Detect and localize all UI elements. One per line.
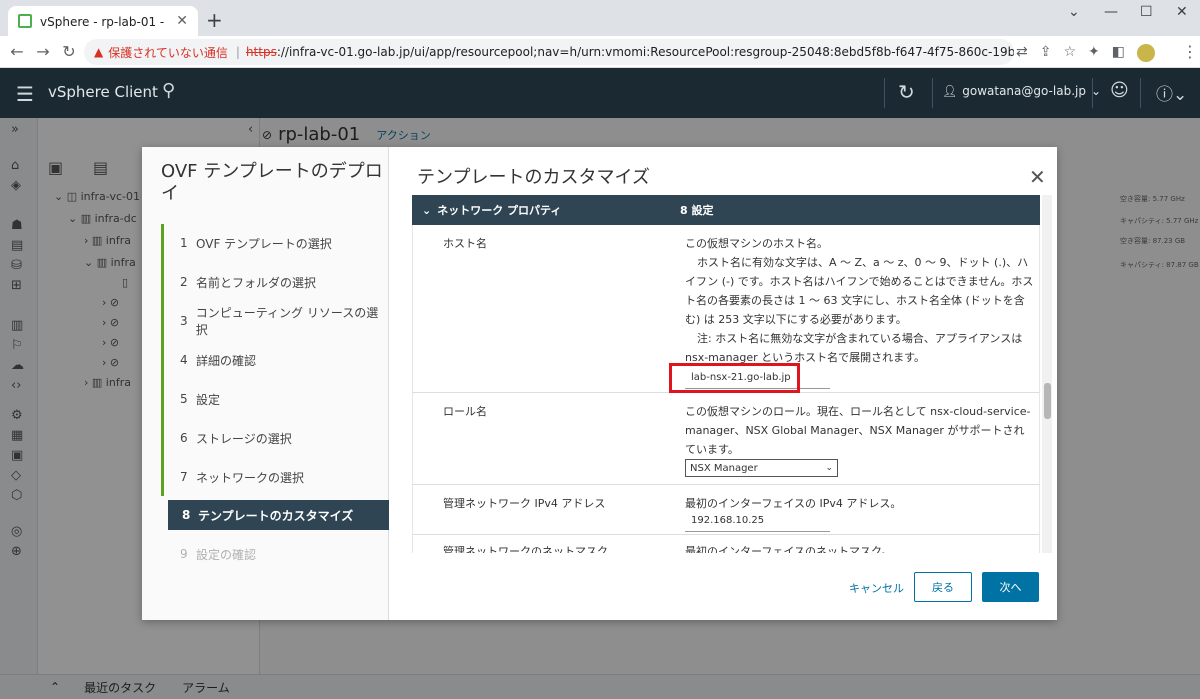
back-button[interactable]: 戻る — [914, 572, 972, 602]
browser-tab[interactable]: vSphere - rp-lab-01 - サマリ ✕ — [8, 6, 198, 36]
mgmt-netmask-row: 管理ネットワークのネットマスク 最初のインターフェイスのネットマスク。 — [412, 535, 1040, 553]
step-select-ovf[interactable]: 1 OVF テンプレートの選択 — [166, 228, 387, 258]
step-name-folder[interactable]: 2 名前とフォルダの選択 — [166, 267, 387, 297]
header-divider — [884, 78, 885, 108]
maximize-icon[interactable]: ☐ — [1140, 4, 1153, 20]
wizard-steps-panel: OVF テンプレートのデプロイ 1 OVF テンプレートの選択 2 名前とフォルダの… — [142, 147, 389, 620]
properties-scrollbar[interactable] — [1042, 195, 1052, 553]
step-compute-resource[interactable]: 3 コンピューティング リソースの選択 — [166, 306, 387, 337]
url-scheme: https — [245, 45, 277, 59]
profile-avatar[interactable] — [1137, 44, 1155, 62]
mgmt-netmask-label: 管理ネットワークのネットマスク — [443, 545, 608, 553]
wizard-content: テンプレートのカスタマイズ ✕ ⌄ ネットワーク プロパティ 8 設定 ホスト名… — [389, 147, 1057, 620]
next-button[interactable]: 次へ — [982, 572, 1039, 602]
mgmt-netmask-description: 最初のインターフェイスのネットマスク。 — [685, 545, 893, 553]
step-customize-template[interactable]: 8 テンプレートのカスタマイズ — [168, 500, 389, 530]
bookmark-star-icon[interactable]: ☆ — [1063, 44, 1076, 62]
reload-icon[interactable]: ↻ — [56, 42, 82, 61]
properties-scroll-area[interactable]: ⌄ ネットワーク プロパティ 8 設定 ホスト名 この仮想マシンのホスト名。 ホ… — [412, 195, 1049, 553]
wizard-title: OVF テンプレートのデプロイ — [161, 161, 383, 204]
hostname-description: この仮想マシンのホスト名。 ホスト名に有効な文字は、A ～ Z、a ～ z、0 … — [685, 237, 1034, 364]
browser-menu-icon[interactable]: ⋮ — [1182, 42, 1198, 61]
role-description: この仮想マシンのロール。現在、ロール名として nsx-cloud-service… — [685, 405, 1031, 456]
close-icon[interactable]: ✕ — [1029, 165, 1046, 189]
step-select-networks[interactable]: 7 ネットワークの選択 — [166, 462, 387, 492]
role-select[interactable]: NSX Manager ⌄ — [685, 459, 838, 477]
role-label: ロール名 — [443, 405, 487, 418]
header-divider — [1140, 78, 1141, 108]
address-bar[interactable]: ▲ 保護されていない通信 | https ://infra-vc-01.go-l… — [84, 39, 1014, 65]
vsphere-header: ☰ vSphere Client ⚲ ↻ 👤︎ gowatana@go-lab.… — [0, 68, 1200, 118]
forward-arrow-icon[interactable]: → — [30, 42, 56, 61]
section-title: ネットワーク プロパティ — [437, 204, 562, 217]
page-title: テンプレートのカスタマイズ — [417, 167, 650, 188]
refresh-icon[interactable]: ↻ — [898, 80, 915, 104]
tab-search-icon[interactable]: ⌄ — [1068, 4, 1080, 20]
browser-titlebar: vSphere - rp-lab-01 - サマリ ✕ + ⌄ — ☐ ✕ — [0, 0, 1200, 36]
section-count: 8 設定 — [680, 204, 714, 217]
steps-progress-line — [161, 224, 164, 496]
hostname-highlight-box — [669, 363, 800, 393]
translate-icon[interactable]: ⇄ — [1016, 44, 1028, 62]
hamburger-menu-icon[interactable]: ☰ — [16, 82, 34, 106]
step-review-details[interactable]: 4 詳細の確認 — [166, 345, 387, 375]
role-selected-value: NSX Manager — [690, 462, 758, 474]
role-row: ロール名 この仮想マシンのロール。現在、ロール名として nsx-cloud-se… — [412, 393, 1040, 485]
warning-triangle-icon: ▲ — [94, 45, 104, 59]
help-icon[interactable]: ⓘ⌄ — [1156, 80, 1187, 105]
vsphere-brand[interactable]: vSphere Client — [48, 83, 158, 101]
vsphere-favicon-icon — [18, 14, 32, 28]
back-arrow-icon[interactable]: ← — [4, 42, 30, 61]
window-close-icon[interactable]: ✕ — [1176, 4, 1188, 20]
chevron-down-icon: ⌄ — [422, 203, 432, 217]
tab-close-icon[interactable]: ✕ — [176, 13, 188, 29]
insecure-label: 保護されていない通信 — [108, 45, 228, 60]
hostname-label: ホスト名 — [443, 237, 487, 250]
header-divider — [1092, 78, 1093, 108]
user-name: gowatana@go-lab.jp — [962, 84, 1086, 98]
chevron-down-icon: ⌄ — [825, 463, 833, 473]
step-configuration[interactable]: 5 設定 — [166, 384, 387, 414]
url-text: ://infra-vc-01.go-lab.jp/ui/app/resource… — [276, 45, 1014, 59]
mgmt-ipv4-row: 管理ネットワーク IPv4 アドレス 最初のインターフェイスの IPv4 アドレ… — [412, 485, 1040, 535]
cancel-button[interactable]: キャンセル — [849, 580, 904, 596]
search-icon[interactable]: ⚲ — [162, 80, 175, 101]
user-menu[interactable]: 👤︎ gowatana@go-lab.jp ⌄ — [942, 84, 1101, 98]
network-properties-header[interactable]: ⌄ ネットワーク プロパティ 8 設定 — [412, 195, 1040, 225]
user-icon: 👤︎ — [942, 84, 958, 98]
share-icon[interactable]: ⇪ — [1040, 44, 1052, 62]
step-select-storage[interactable]: 6 ストレージの選択 — [166, 423, 387, 453]
ovf-deploy-wizard: OVF テンプレートのデプロイ 1 OVF テンプレートの選択 2 名前とフォルダの… — [142, 147, 1057, 620]
step-ready-to-complete: 9 設定の確認 — [180, 547, 257, 562]
browser-toolbar: ← → ↻ ▲ 保護されていない通信 | https ://infra-vc-0… — [0, 36, 1200, 68]
scroll-thumb[interactable] — [1044, 383, 1051, 419]
feedback-smiley-icon[interactable]: ☺ — [1110, 80, 1129, 101]
wizard-footer: キャンセル 戻る 次へ — [389, 572, 1057, 602]
url-separator: | — [235, 45, 240, 59]
mgmt-ipv4-label: 管理ネットワーク IPv4 アドレス — [443, 497, 606, 510]
minimize-icon[interactable]: — — [1104, 4, 1118, 20]
tab-title: vSphere - rp-lab-01 - サマリ — [40, 14, 168, 29]
side-panel-icon[interactable]: ◧ — [1112, 44, 1125, 62]
new-tab-button[interactable]: + — [206, 8, 223, 32]
mgmt-ipv4-input[interactable] — [685, 510, 830, 532]
extensions-icon[interactable]: ✦ — [1088, 44, 1100, 62]
header-divider — [932, 78, 933, 108]
